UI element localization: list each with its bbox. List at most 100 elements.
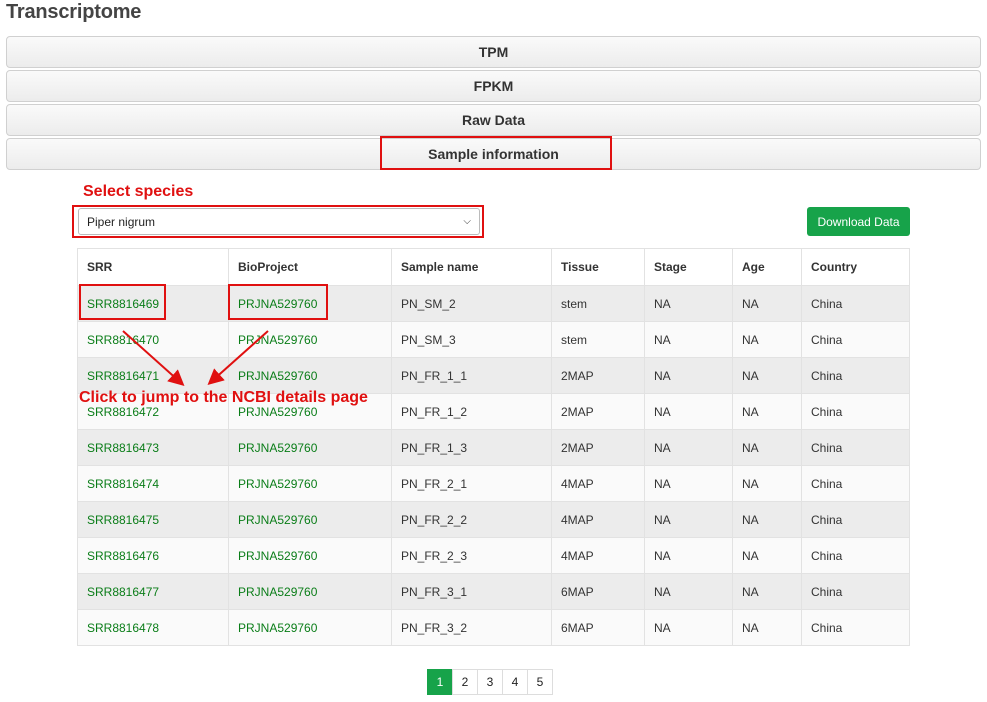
cell-age: NA bbox=[732, 465, 802, 502]
table-row: SRR8816469 PRJNA529760 PN_SM_2 stem NA NA Chin… bbox=[77, 285, 910, 322]
cell-tissue: 2MAP bbox=[551, 393, 645, 430]
cell-srr-link[interactable]: SRR8816474 bbox=[77, 465, 229, 502]
page-button-5[interactable]: 5 bbox=[527, 669, 553, 695]
cell-bioproject-link[interactable]: PRJNA529760 bbox=[228, 573, 392, 610]
cell-age: NA bbox=[732, 429, 802, 466]
cell-age: NA bbox=[732, 573, 802, 610]
cell-sample-name: PN_FR_1_1 bbox=[391, 357, 552, 394]
header-bioproject: BioProject bbox=[228, 248, 392, 286]
samples-table: SRR BioProject Sample name Tissue Stage … bbox=[77, 248, 910, 646]
cell-age: NA bbox=[732, 285, 802, 322]
header-stage: Stage bbox=[644, 248, 733, 286]
cell-tissue: 6MAP bbox=[551, 573, 645, 610]
cell-sample-name: PN_FR_2_3 bbox=[391, 537, 552, 574]
header-sample-name: Sample name bbox=[391, 248, 552, 286]
cell-stage: NA bbox=[644, 501, 733, 538]
cell-sample-name: PN_FR_2_1 bbox=[391, 465, 552, 502]
table-row: SRR8816476 PRJNA529760 PN_FR_2_3 4MAP NA NA Ch… bbox=[77, 537, 910, 574]
cell-age: NA bbox=[732, 321, 802, 358]
cell-country: China bbox=[801, 393, 910, 430]
species-select[interactable]: Piper nigrum ⌵ bbox=[78, 208, 480, 235]
table-row: SRR8816470 PRJNA529760 PN_SM_3 stem NA NA Chin… bbox=[77, 321, 910, 358]
cell-srr-link[interactable]: SRR8816469 bbox=[77, 285, 229, 322]
cell-age: NA bbox=[732, 609, 802, 646]
cell-country: China bbox=[801, 537, 910, 574]
annotation-select-species: Select species bbox=[83, 183, 194, 200]
cell-age: NA bbox=[732, 357, 802, 394]
cell-srr-link[interactable]: SRR8816478 bbox=[77, 609, 229, 646]
cell-srr-link[interactable]: SRR8816477 bbox=[77, 573, 229, 610]
cell-sample-name: PN_SM_2 bbox=[391, 285, 552, 322]
pagination: 12345 bbox=[427, 669, 553, 695]
header-srr: SRR bbox=[77, 248, 229, 286]
cell-tissue: 4MAP bbox=[551, 501, 645, 538]
tab-sample-information[interactable]: Sample information bbox=[6, 138, 981, 170]
species-select-value: Piper nigrum bbox=[87, 214, 156, 229]
cell-stage: NA bbox=[644, 537, 733, 574]
cell-stage: NA bbox=[644, 609, 733, 646]
cell-bioproject-link[interactable]: PRJNA529760 bbox=[228, 321, 392, 358]
cell-bioproject-link[interactable]: PRJNA529760 bbox=[228, 501, 392, 538]
cell-sample-name: PN_FR_1_3 bbox=[391, 429, 552, 466]
cell-stage: NA bbox=[644, 429, 733, 466]
cell-age: NA bbox=[732, 537, 802, 574]
cell-bioproject-link[interactable]: PRJNA529760 bbox=[228, 537, 392, 574]
cell-tissue: stem bbox=[551, 285, 645, 322]
cell-bioproject-link[interactable]: PRJNA529760 bbox=[228, 285, 392, 322]
table-row: SRR8816473 PRJNA529760 PN_FR_1_3 2MAP NA NA Ch… bbox=[77, 429, 910, 466]
cell-tissue: 6MAP bbox=[551, 609, 645, 646]
cell-bioproject-link[interactable]: PRJNA529760 bbox=[228, 609, 392, 646]
cell-tissue: 2MAP bbox=[551, 357, 645, 394]
tab-raw-data[interactable]: Raw Data bbox=[6, 104, 981, 136]
cell-srr-link[interactable]: SRR8816475 bbox=[77, 501, 229, 538]
page-button-3[interactable]: 3 bbox=[477, 669, 503, 695]
table-row: SRR8816478 PRJNA529760 PN_FR_3_2 6MAP NA NA Ch… bbox=[77, 609, 910, 646]
tab-fpkm[interactable]: FPKM bbox=[6, 70, 981, 102]
table-row: SRR8816475 PRJNA529760 PN_FR_2_2 4MAP NA NA Ch… bbox=[77, 501, 910, 538]
cell-sample-name: PN_FR_1_2 bbox=[391, 393, 552, 430]
header-country: Country bbox=[801, 248, 910, 286]
cell-tissue: stem bbox=[551, 321, 645, 358]
cell-tissue: 2MAP bbox=[551, 429, 645, 466]
cell-country: China bbox=[801, 285, 910, 322]
cell-age: NA bbox=[732, 393, 802, 430]
cell-stage: NA bbox=[644, 321, 733, 358]
cell-stage: NA bbox=[644, 357, 733, 394]
page-button-1[interactable]: 1 bbox=[427, 669, 453, 695]
cell-age: NA bbox=[732, 501, 802, 538]
cell-country: China bbox=[801, 609, 910, 646]
cell-tissue: 4MAP bbox=[551, 537, 645, 574]
table-row: SRR8816477 PRJNA529760 PN_FR_3_1 6MAP NA NA Ch… bbox=[77, 573, 910, 610]
cell-srr-link[interactable]: SRR8816476 bbox=[77, 537, 229, 574]
table-row: SRR8816474 PRJNA529760 PN_FR_2_1 4MAP NA NA Ch… bbox=[77, 465, 910, 502]
table-body: SRR8816469 PRJNA529760 PN_SM_2 stem NA NA Chin… bbox=[77, 285, 910, 646]
annotation-click-note: Click to jump to the NCBI details page bbox=[79, 389, 368, 406]
tab-tpm[interactable]: TPM bbox=[6, 36, 981, 68]
cell-sample-name: PN_FR_2_2 bbox=[391, 501, 552, 538]
cell-srr-link[interactable]: SRR8816470 bbox=[77, 321, 229, 358]
cell-sample-name: PN_SM_3 bbox=[391, 321, 552, 358]
cell-country: China bbox=[801, 357, 910, 394]
cell-stage: NA bbox=[644, 465, 733, 502]
page-button-4[interactable]: 4 bbox=[502, 669, 528, 695]
table-header-row: SRR BioProject Sample name Tissue Stage … bbox=[77, 248, 910, 286]
cell-stage: NA bbox=[644, 393, 733, 430]
download-data-button[interactable]: Download Data bbox=[807, 207, 910, 236]
cell-bioproject-link[interactable]: PRJNA529760 bbox=[228, 429, 392, 466]
cell-bioproject-link[interactable]: PRJNA529760 bbox=[228, 465, 392, 502]
cell-country: China bbox=[801, 321, 910, 358]
chevron-down-icon: ⌵ bbox=[463, 216, 471, 227]
cell-country: China bbox=[801, 465, 910, 502]
cell-country: China bbox=[801, 573, 910, 610]
page-button-2[interactable]: 2 bbox=[452, 669, 478, 695]
cell-sample-name: PN_FR_3_2 bbox=[391, 609, 552, 646]
cell-srr-link[interactable]: SRR8816473 bbox=[77, 429, 229, 466]
tab-stack: TPM FPKM Raw Data Sample information bbox=[6, 36, 981, 172]
header-tissue: Tissue bbox=[551, 248, 645, 286]
cell-tissue: 4MAP bbox=[551, 465, 645, 502]
page-title: Transcriptome bbox=[6, 1, 142, 23]
cell-sample-name: PN_FR_3_1 bbox=[391, 573, 552, 610]
cell-country: China bbox=[801, 501, 910, 538]
cell-stage: NA bbox=[644, 573, 733, 610]
header-age: Age bbox=[732, 248, 802, 286]
